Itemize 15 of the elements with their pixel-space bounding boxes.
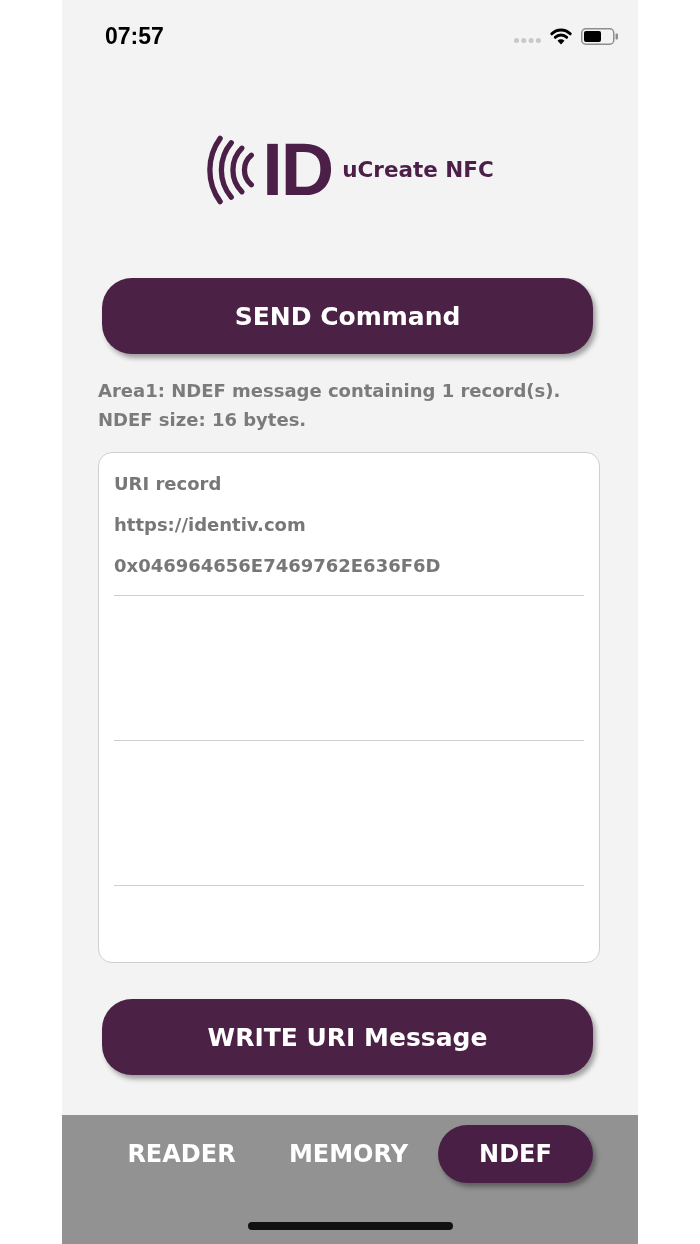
tab[interactable]: NDEF (438, 1125, 593, 1183)
info-text: NDEF size: 16 bytes. (98, 408, 307, 432)
info-text: Area1: NDEF message containing 1 record(s). (98, 379, 561, 403)
radio-waves-icon (206, 135, 257, 205)
logo-text: ID (262, 133, 333, 207)
record-hex-text: 0x046964656E7469762E636F6D (114, 554, 441, 578)
battery-icon (581, 27, 618, 45)
signal-icon (514, 37, 541, 43)
status-time: 07:57 (105, 24, 164, 48)
wifi-icon (549, 27, 573, 45)
record-type-text: URI record (114, 472, 222, 496)
write-uri-button[interactable]: WRITE URI Message (102, 999, 593, 1075)
send-command-button[interactable]: SEND Command (102, 278, 593, 354)
app-name: uCreate NFC (342, 159, 494, 181)
record-uri-text: https://identiv.com (114, 513, 306, 537)
